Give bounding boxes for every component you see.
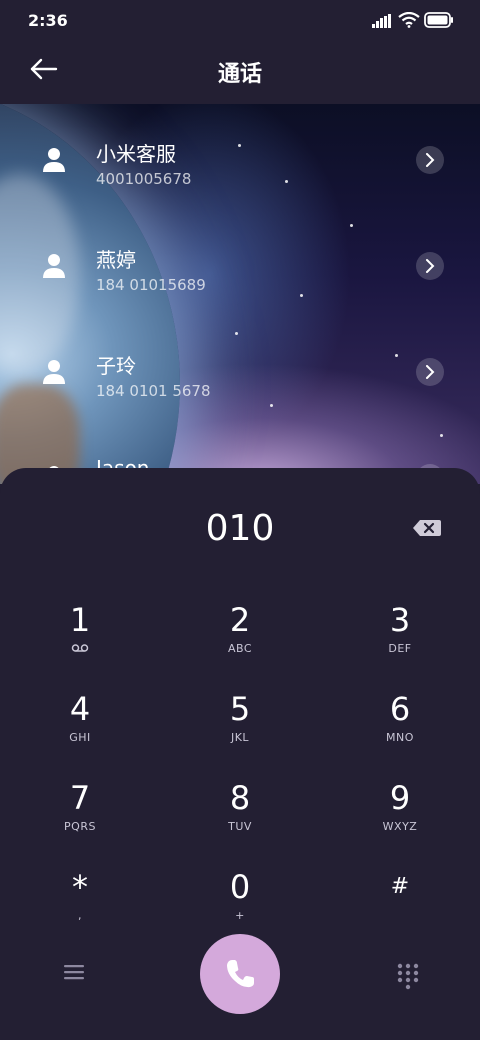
dial-key-5[interactable]: 5 JKL <box>170 691 310 771</box>
key-letters: + <box>235 909 245 922</box>
contact-row[interactable]: 子玲 184 0101 5678 <box>0 320 480 420</box>
status-time: 2:36 <box>28 11 68 30</box>
contact-row[interactable]: 燕婷 184 01015689 <box>0 214 480 314</box>
contact-number: 184 01015689 <box>96 276 206 294</box>
person-icon <box>43 360 65 384</box>
key-letters: WXYZ <box>382 820 418 833</box>
signal-icon <box>372 14 391 28</box>
key-letters: JKL <box>230 731 250 744</box>
key-letters: TUV <box>228 820 252 833</box>
person-icon <box>43 254 65 278</box>
battery-icon <box>424 12 453 28</box>
chevron-right-icon[interactable] <box>416 252 444 280</box>
call-button[interactable] <box>200 934 280 1014</box>
key-digit: 2 <box>229 601 251 639</box>
chevron-right-icon[interactable] <box>416 146 444 174</box>
phone-icon <box>227 960 254 988</box>
contact-name: 燕婷 <box>96 248 136 272</box>
key-digit: * <box>72 868 88 906</box>
key-digit: 0 <box>229 868 251 906</box>
menu-icon[interactable] <box>62 962 86 982</box>
dial-key-2[interactable]: 2 ABC <box>170 602 310 682</box>
key-digit: 6 <box>389 690 411 728</box>
key-letters: DEF <box>388 642 412 655</box>
key-letters: , <box>78 909 82 922</box>
key-digit: 1 <box>69 601 91 639</box>
dial-key-8[interactable]: 8 TUV <box>170 780 310 860</box>
contact-number: 4001005678 <box>96 170 192 188</box>
voicemail-icon <box>71 644 89 652</box>
status-bar: 2:36 <box>0 0 480 40</box>
key-letters: ABC <box>227 642 253 655</box>
top-app-bar: 通话 <box>0 40 480 104</box>
dial-key-4[interactable]: 4 GHI <box>10 691 150 771</box>
key-digit: # <box>390 874 410 899</box>
key-letters: PQRS <box>64 820 96 833</box>
key-digit: 7 <box>69 779 91 817</box>
wifi-icon <box>398 12 420 28</box>
key-digit: 3 <box>389 601 411 639</box>
dialpad-panel: 010 1 2 ABC 3 DEF 4 GHI 5 JKL 6 MNO 7 PQ… <box>0 468 480 1040</box>
key-digit: 9 <box>389 779 411 817</box>
contact-row[interactable]: 小米客服 4001005678 <box>0 108 480 208</box>
key-letters: GHI <box>69 731 91 744</box>
backspace-icon[interactable] <box>412 518 442 538</box>
contact-number: 184 0101 5678 <box>96 382 211 400</box>
contact-name: 小米客服 <box>96 142 176 166</box>
key-digit: 8 <box>229 779 251 817</box>
chevron-right-icon[interactable] <box>416 358 444 386</box>
key-digit: 5 <box>229 690 251 728</box>
page-title: 通话 <box>217 62 262 87</box>
dial-key-6[interactable]: 6 MNO <box>330 691 470 771</box>
dialpad-icon[interactable] <box>396 962 420 990</box>
person-icon <box>43 148 65 172</box>
dial-key-1[interactable]: 1 <box>10 602 150 682</box>
dial-key-star[interactable]: * , <box>10 869 150 949</box>
key-digit: 4 <box>69 690 91 728</box>
dial-key-7[interactable]: 7 PQRS <box>10 780 150 860</box>
contact-name: 子玲 <box>96 354 136 378</box>
key-letters: MNO <box>386 731 414 744</box>
dial-key-3[interactable]: 3 DEF <box>330 602 470 682</box>
contact-list: 小米客服 4001005678 燕婷 184 01015689 子玲 184 0… <box>0 104 480 484</box>
dial-key-9[interactable]: 9 WXYZ <box>330 780 470 860</box>
dialed-number: 010 <box>205 508 275 549</box>
dial-key-hash[interactable]: # <box>330 869 470 949</box>
